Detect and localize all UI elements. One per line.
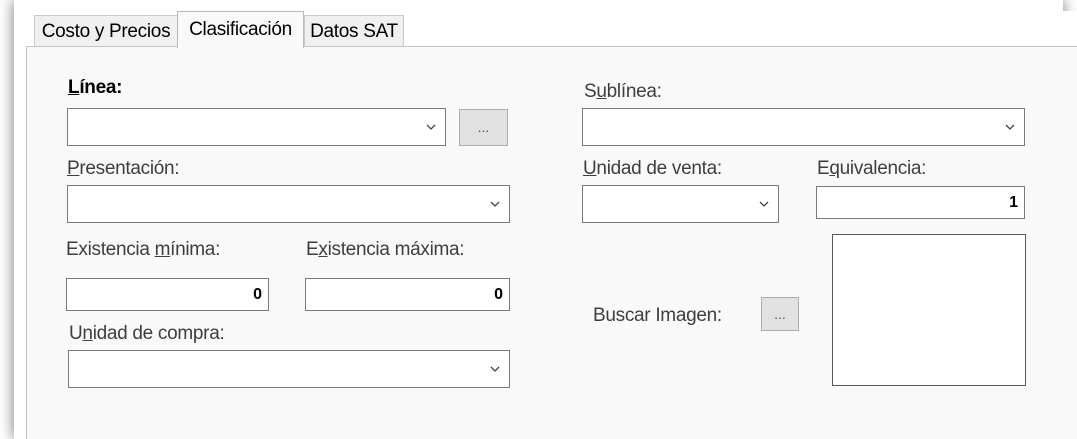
browse-imagen-button[interactable]: ... bbox=[761, 297, 799, 331]
chevron-down-icon bbox=[1005, 124, 1015, 130]
presentacion-select[interactable] bbox=[67, 185, 510, 223]
unidad-venta-select[interactable] bbox=[582, 185, 779, 223]
chevron-down-icon bbox=[490, 201, 500, 207]
linea-label: Línea: bbox=[68, 77, 123, 98]
existencia-minima-label: Existencia mínima: bbox=[66, 239, 221, 260]
existencia-minima-input[interactable]: 0 bbox=[66, 278, 269, 311]
linea-select[interactable] bbox=[67, 108, 446, 146]
unidad-compra-label: Unidad de compra: bbox=[69, 323, 225, 344]
tab-costo-y-precios[interactable]: Costo y Precios bbox=[34, 15, 178, 47]
browse-linea-button[interactable]: ... bbox=[459, 109, 508, 146]
chevron-down-icon bbox=[426, 124, 436, 130]
product-image-preview bbox=[832, 234, 1026, 386]
chevron-down-icon bbox=[759, 201, 769, 207]
sublinea-label: Sublínea: bbox=[584, 81, 662, 102]
chevron-down-icon bbox=[490, 366, 500, 372]
unidad-compra-select[interactable] bbox=[68, 350, 510, 388]
equivalencia-label: Equivalencia: bbox=[817, 158, 927, 179]
presentacion-label: Presentación: bbox=[67, 158, 180, 179]
equivalencia-input[interactable]: 1 bbox=[816, 186, 1025, 219]
sublinea-select[interactable] bbox=[582, 108, 1025, 146]
existencia-maxima-input[interactable]: 0 bbox=[305, 278, 510, 311]
tab-clasificacion[interactable]: Clasificación bbox=[177, 11, 304, 48]
tab-strip: Costo y Precios Clasificación Datos SAT bbox=[14, 11, 1077, 48]
existencia-maxima-label: Existencia máxima: bbox=[306, 239, 465, 260]
buscar-imagen-label: Buscar Imagen: bbox=[593, 305, 722, 326]
unidad-venta-label: Unidad de venta: bbox=[583, 158, 722, 179]
tab-datos-sat[interactable]: Datos SAT bbox=[304, 15, 404, 47]
